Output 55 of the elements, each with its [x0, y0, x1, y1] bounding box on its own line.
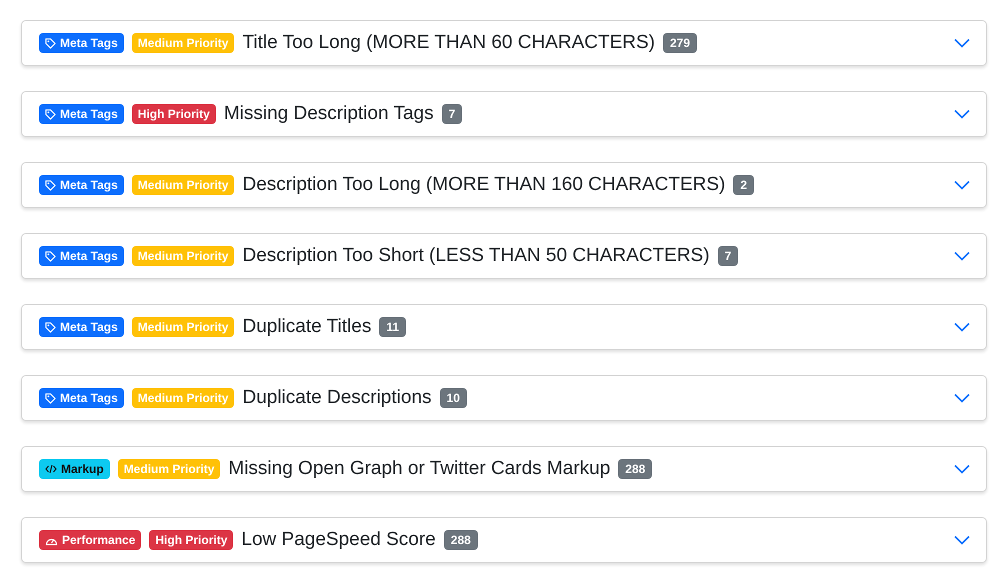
- issue-title: Low PageSpeed Score: [241, 529, 436, 551]
- tag-icon: [45, 38, 56, 48]
- category-label: Markup: [61, 462, 104, 476]
- count-badge: 11: [379, 317, 406, 337]
- accordion-header[interactable]: Meta Tags Medium Priority Duplicate Descriptions 10: [21, 375, 987, 421]
- issue-title: Duplicate Descriptions: [242, 387, 432, 409]
- chevron-icon[interactable]: [954, 109, 970, 119]
- count-badge: 279: [662, 33, 698, 53]
- tag-icon: [45, 322, 56, 332]
- accordion-header[interactable]: Markup Medium Priority Missing Open Graph or Twitter Cards Markup 288: [21, 446, 987, 492]
- count-badge: 288: [618, 459, 652, 479]
- tag-icon: [45, 108, 56, 120]
- priority-badge: Medium Priority: [132, 388, 234, 408]
- chevron-icon[interactable]: [954, 251, 970, 261]
- chevron-icon[interactable]: [954, 535, 970, 545]
- priority-badge: Medium Priority: [132, 175, 234, 195]
- chevron-icon[interactable]: [954, 393, 970, 403]
- priority-badge: Medium Priority: [132, 246, 234, 266]
- priority-badge: High Priority: [132, 104, 216, 124]
- accordion-header[interactable]: Meta Tags High Priority Missing Description Tags 7: [21, 91, 987, 137]
- chevron-icon[interactable]: [954, 38, 970, 48]
- category-label: Meta Tags: [60, 391, 118, 405]
- tag-icon: [45, 392, 56, 404]
- accordion-header[interactable]: Meta Tags Medium Priority Title Too Long (MORE THAN 60 CHARACTERS) 279: [21, 20, 987, 66]
- tag-icon: [45, 180, 56, 190]
- chevron-icon[interactable]: [954, 180, 970, 190]
- count-badge: 10: [440, 388, 467, 408]
- issue-title: Missing Open Graph or Twitter Cards Markup: [228, 458, 610, 480]
- category-label: Meta Tags: [60, 320, 118, 334]
- category-label: Meta Tags: [60, 36, 118, 50]
- priority-badge: Medium Priority: [132, 317, 234, 337]
- accordion-header[interactable]: Meta Tags Medium Priority Duplicate Titles 11: [21, 304, 987, 350]
- count-badge: 7: [718, 246, 738, 266]
- issue-title: Description Too Long (MORE THAN 160 CHARACTERS): [242, 174, 726, 196]
- issue-title: Description Too Short (LESS THAN 50 CHARACTERS): [242, 245, 710, 267]
- tag-icon: [45, 250, 56, 262]
- issue-title: Title Too Long (MORE THAN 60 CHARACTERS): [242, 32, 655, 54]
- count-badge: 288: [444, 530, 478, 550]
- priority-badge: Medium Priority: [118, 459, 220, 479]
- code-icon: [45, 464, 57, 474]
- count-badge: 2: [733, 175, 754, 195]
- count-badge: 7: [442, 104, 462, 124]
- chevron-icon[interactable]: [954, 322, 970, 332]
- category-label: Performance: [62, 533, 136, 547]
- issue-title: Missing Description Tags: [224, 103, 434, 125]
- chevron-icon[interactable]: [954, 464, 970, 474]
- category-label: Meta Tags: [60, 107, 118, 121]
- category-label: Meta Tags: [60, 178, 118, 192]
- accordion-header[interactable]: Meta Tags Medium Priority Description Too Short (LESS THAN 50 CHARACTERS) 7: [21, 233, 987, 279]
- accordion-header[interactable]: Performance High Priority Low PageSpeed Score 288: [21, 517, 987, 563]
- category-label: Meta Tags: [60, 249, 118, 263]
- priority-badge: High Priority: [149, 530, 234, 550]
- issue-title: Duplicate Titles: [242, 316, 372, 338]
- priority-badge: Medium Priority: [132, 33, 234, 53]
- accordion-header[interactable]: Meta Tags Medium Priority Description Too Long (MORE THAN 160 CHARACTERS) 2: [21, 162, 987, 208]
